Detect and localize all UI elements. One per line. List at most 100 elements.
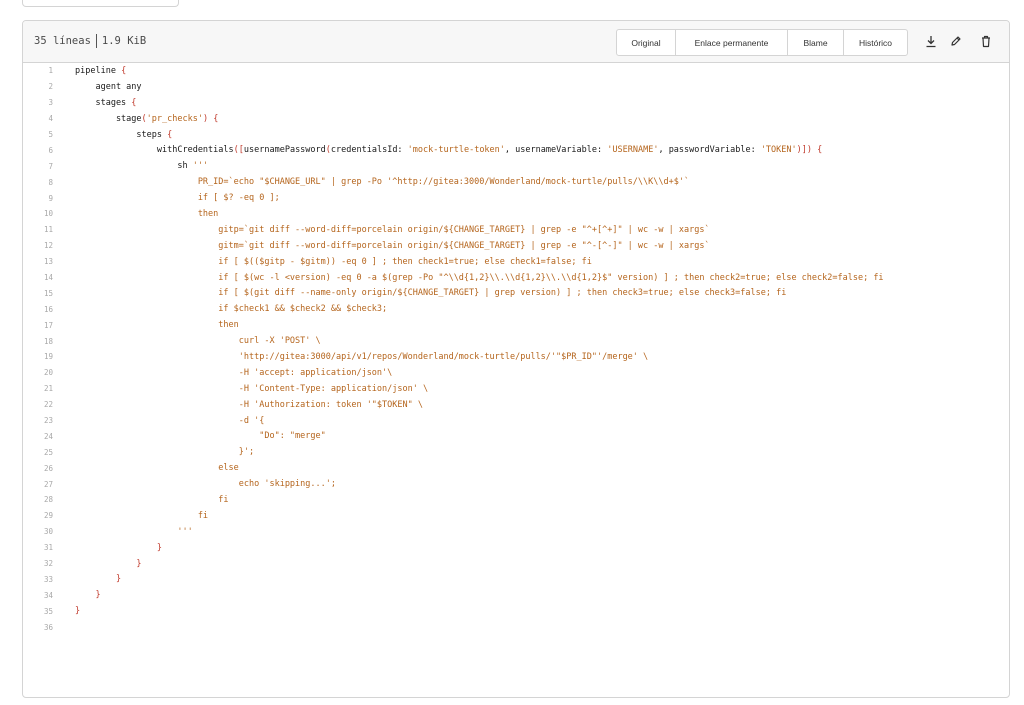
code-token: 'mock-turtle-token' bbox=[407, 145, 505, 156]
line-number[interactable]: 2 bbox=[23, 82, 53, 91]
code-token: withCredentials bbox=[75, 145, 234, 156]
blame-button[interactable]: Blame bbox=[788, 30, 844, 55]
line-number[interactable]: 23 bbox=[23, 416, 53, 425]
line-content: if $check1 && $check2 && $check3; bbox=[53, 304, 387, 314]
line-content: if [ $(($gitp - $gitm)) -eq 0 ] ; then c… bbox=[53, 257, 592, 267]
code-line: 30 ''' bbox=[23, 524, 1009, 540]
raw-button[interactable]: Original bbox=[617, 30, 676, 55]
line-number[interactable]: 13 bbox=[23, 257, 53, 266]
code-token: then bbox=[75, 320, 239, 331]
line-number[interactable]: 27 bbox=[23, 480, 53, 489]
file-view: 35 líneas 1.9 KiB Original Enlace perman… bbox=[22, 20, 1010, 698]
code-line: 7 sh ''' bbox=[23, 158, 1009, 174]
delete-icon[interactable] bbox=[976, 31, 996, 51]
code-token: if $check1 && $check2 && $check3; bbox=[75, 304, 388, 315]
line-number[interactable]: 19 bbox=[23, 352, 53, 361]
line-number[interactable]: 36 bbox=[23, 623, 53, 632]
code-line: 18 curl -X 'POST' \ bbox=[23, 333, 1009, 349]
line-number[interactable]: 1 bbox=[23, 66, 53, 75]
line-number[interactable]: 20 bbox=[23, 368, 53, 377]
permalink-button[interactable]: Enlace permanente bbox=[676, 30, 788, 55]
line-content: stage('pr_checks') { bbox=[53, 114, 218, 124]
code-token: gitm=`git diff --word-diff=porcelain ori… bbox=[75, 240, 710, 251]
code-line: 25 }'; bbox=[23, 444, 1009, 460]
line-number[interactable]: 8 bbox=[23, 178, 53, 187]
code-line: 13 if [ $(($gitp - $gitm)) -eq 0 ] ; the… bbox=[23, 254, 1009, 270]
line-number[interactable]: 3 bbox=[23, 98, 53, 107]
line-number[interactable]: 25 bbox=[23, 448, 53, 457]
line-content: then bbox=[53, 320, 239, 331]
line-number[interactable]: 9 bbox=[23, 194, 53, 203]
line-content: echo 'skipping...'; bbox=[53, 479, 336, 489]
code-line: 22 -H 'Authorization: token '"$TOKEN" \ bbox=[23, 397, 1009, 413]
code-token: , usernameVariable: bbox=[504, 145, 608, 156]
code-token: else bbox=[75, 463, 239, 474]
line-content: "Do": "merge" bbox=[53, 431, 326, 441]
line-number[interactable]: 4 bbox=[23, 114, 53, 123]
code-token: { bbox=[817, 145, 823, 156]
line-number[interactable]: 24 bbox=[23, 432, 53, 441]
download-icon[interactable] bbox=[921, 31, 941, 51]
code-line: 2 agent any bbox=[23, 79, 1009, 95]
code-line: 1 pipeline { bbox=[23, 63, 1009, 79]
code-token: if [ $(wc -l <version) -eq 0 -a $(grep -… bbox=[75, 272, 884, 283]
line-number[interactable]: 33 bbox=[23, 575, 53, 584]
line-number[interactable]: 32 bbox=[23, 559, 53, 568]
line-content: -H 'accept: application/json'\ bbox=[53, 368, 393, 378]
line-content: }'; bbox=[53, 447, 254, 457]
line-content: } bbox=[53, 559, 141, 569]
code-view: 1 pipeline {2 agent any 3 stages {4 stage(… bbox=[23, 63, 1009, 697]
code-line: 34 } bbox=[23, 587, 1009, 603]
line-content: 'http://gitea:3000/api/v1/repos/Wonderla… bbox=[53, 352, 648, 362]
line-number[interactable]: 10 bbox=[23, 209, 53, 218]
line-number[interactable]: 22 bbox=[23, 400, 53, 409]
code-token: -H 'Content-Type: application/json' \ bbox=[75, 383, 429, 394]
line-number[interactable]: 14 bbox=[23, 273, 53, 282]
line-number[interactable]: 12 bbox=[23, 241, 53, 250]
line-number[interactable]: 7 bbox=[23, 162, 53, 171]
code-token: usernamePassword bbox=[243, 145, 326, 156]
line-number[interactable]: 6 bbox=[23, 146, 53, 155]
code-token: ''' bbox=[192, 161, 209, 172]
line-number[interactable]: 5 bbox=[23, 130, 53, 139]
line-content: PR_ID=`echo "$CHANGE_URL" | grep -Po '^h… bbox=[53, 177, 689, 187]
line-number[interactable]: 11 bbox=[23, 225, 53, 234]
code-line: 8 PR_ID=`echo "$CHANGE_URL" | grep -Po '… bbox=[23, 174, 1009, 190]
line-number[interactable]: 16 bbox=[23, 305, 53, 314]
line-number[interactable]: 31 bbox=[23, 543, 53, 552]
code-token: } bbox=[75, 574, 122, 585]
history-button[interactable]: Histórico bbox=[844, 30, 907, 55]
code-token: if [ $(($gitp - $gitm)) -eq 0 ] ; then c… bbox=[75, 256, 592, 267]
line-number[interactable]: 29 bbox=[23, 511, 53, 520]
line-content: else bbox=[53, 463, 239, 474]
line-number[interactable]: 18 bbox=[23, 337, 53, 346]
code-token: sh bbox=[75, 161, 193, 172]
line-content: ''' bbox=[53, 527, 192, 537]
code-token: 'http://gitea:3000/api/v1/repos/Wonderla… bbox=[75, 351, 649, 362]
code-line: 23 -d '{ bbox=[23, 413, 1009, 429]
line-number[interactable]: 26 bbox=[23, 464, 53, 473]
line-number[interactable]: 21 bbox=[23, 384, 53, 393]
code-line: 33 } bbox=[23, 572, 1009, 588]
line-content: } bbox=[53, 543, 162, 553]
line-number[interactable]: 34 bbox=[23, 591, 53, 600]
code-line: 17 then bbox=[23, 317, 1009, 333]
line-number[interactable]: 15 bbox=[23, 289, 53, 298]
code-line: 31 } bbox=[23, 540, 1009, 556]
line-content: -d '{ bbox=[53, 416, 265, 426]
code-token: PR_ID=`echo "$CHANGE_URL" | grep -Po '^h… bbox=[75, 177, 690, 188]
line-number[interactable]: 35 bbox=[23, 607, 53, 616]
code-line: 36 bbox=[23, 619, 1009, 635]
edit-icon[interactable] bbox=[946, 31, 966, 51]
code-line: 35} bbox=[23, 603, 1009, 619]
line-content: gitp=`git diff --word-diff=porcelain ori… bbox=[53, 224, 710, 235]
code-line: 9 if [ $? -eq 0 ]; bbox=[23, 190, 1009, 206]
code-token: gitp=`git diff --word-diff=porcelain ori… bbox=[75, 224, 710, 235]
line-number[interactable]: 17 bbox=[23, 321, 53, 330]
code-token: steps bbox=[75, 129, 168, 140]
line-number[interactable]: 30 bbox=[23, 527, 53, 536]
line-content: sh ''' bbox=[53, 161, 208, 171]
code-token: fi bbox=[75, 510, 209, 521]
line-content: steps { bbox=[53, 130, 172, 140]
line-number[interactable]: 28 bbox=[23, 495, 53, 504]
